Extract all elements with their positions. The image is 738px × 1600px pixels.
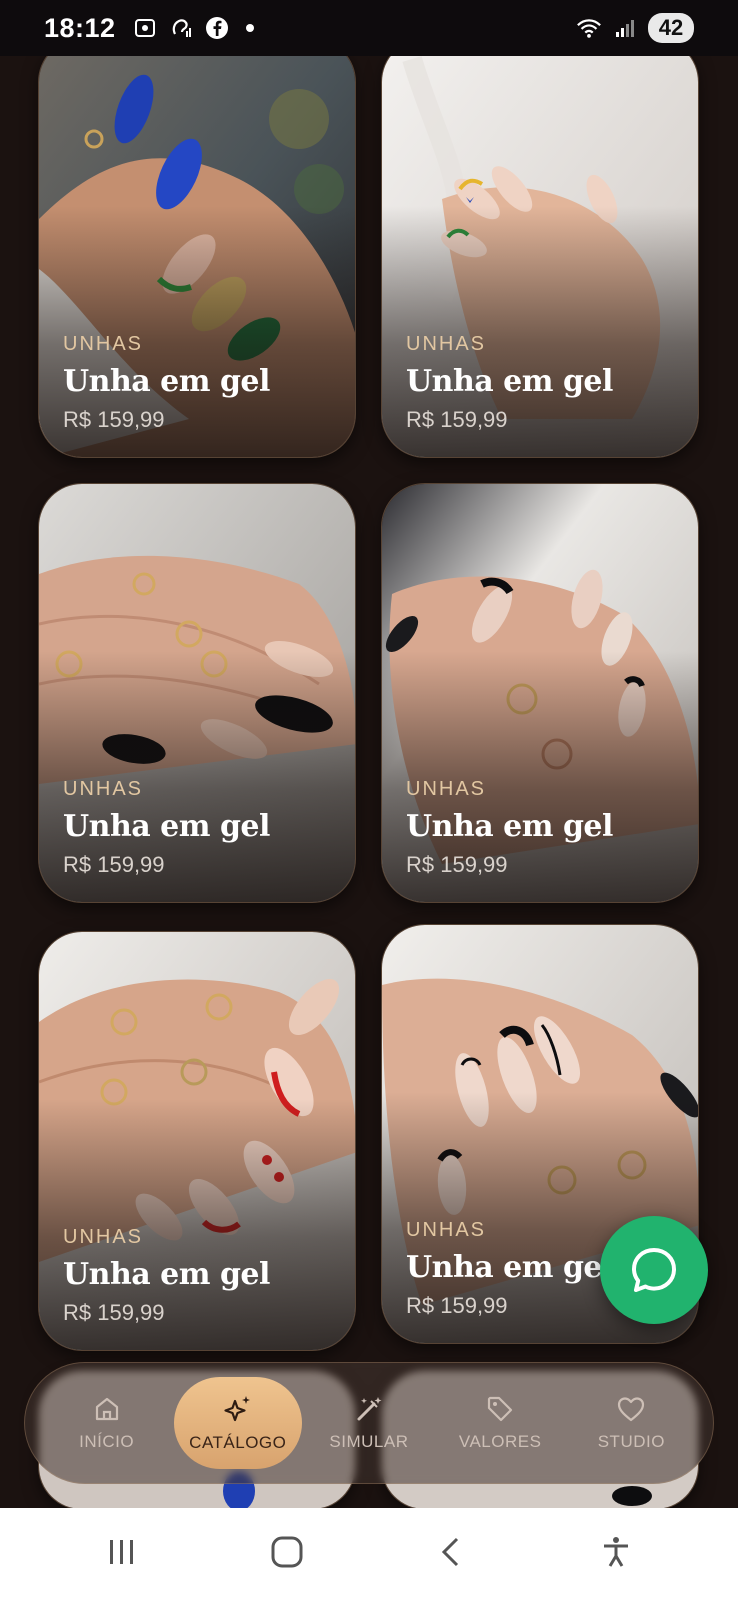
card-info: UNHAS Unha em gel R$ 159,99 [63, 1226, 270, 1326]
product-name: Unha em gel [63, 809, 270, 844]
back-button[interactable] [433, 1534, 469, 1574]
product-price: R$ 159,99 [63, 1300, 165, 1325]
hearing-icon [168, 15, 194, 41]
card-info: UNHAS Unha em gel R$ 159,99 [63, 778, 270, 878]
accessibility-button[interactable] [598, 1534, 634, 1574]
product-name: Unha em gel [406, 1250, 613, 1285]
nav-item-valores[interactable]: VALORES [436, 1377, 564, 1469]
system-status-icons: 42 [576, 13, 694, 43]
nav-item-catalogo[interactable]: CATÁLOGO [173, 1377, 302, 1469]
card-info: UNHAS Unha em gel R$ 159,99 [406, 778, 613, 878]
card-info: UNHAS Unha em gel R$ 159,99 [406, 1219, 613, 1319]
wifi-icon [576, 15, 602, 41]
nav-label: SIMULAR [329, 1432, 409, 1451]
product-price: R$ 159,99 [406, 852, 508, 877]
product-category: UNHAS [63, 333, 144, 355]
screenshot-icon [132, 15, 158, 41]
home-icon [95, 1397, 118, 1421]
card-info: UNHAS Unha em gel R$ 159,99 [406, 333, 613, 433]
home-button[interactable] [269, 1534, 305, 1574]
product-name: Unha em gel [406, 809, 613, 844]
notification-icons [132, 15, 254, 41]
product-category: UNHAS [406, 778, 487, 800]
recent-apps-button[interactable] [104, 1534, 140, 1574]
home-circle-icon [271, 1536, 303, 1568]
product-card[interactable]: UNHAS Unha em gel R$ 159,99 [38, 483, 356, 903]
whatsapp-button[interactable] [600, 1216, 708, 1324]
back-chevron-icon [442, 1537, 459, 1567]
product-price: R$ 159,99 [406, 1293, 508, 1318]
recent-apps-icon [110, 1540, 134, 1564]
sparkles-icon [224, 1396, 250, 1422]
magic-wand-icon [357, 1397, 382, 1421]
status-bar: 18:12 42 [0, 0, 738, 56]
product-price: R$ 159,99 [406, 407, 508, 432]
nav-label: INÍCIO [79, 1432, 135, 1451]
signal-icon [612, 15, 638, 41]
nav-label: CATÁLOGO [189, 1433, 287, 1452]
product-category: UNHAS [63, 778, 144, 800]
more-notifications-dot [245, 24, 254, 32]
tag-icon [488, 1396, 513, 1422]
product-category: UNHAS [406, 333, 487, 355]
product-card[interactable]: UNHAS Unha em gel R$ 159,99 [381, 483, 699, 903]
whatsapp-icon [632, 1248, 676, 1292]
product-card[interactable]: UNHAS Unha em gel R$ 159,99 [38, 931, 356, 1351]
card-info: UNHAS Unha em gel R$ 159,99 [63, 333, 270, 433]
product-card[interactable]: UNHAS Unha em gel R$ 159,99 [381, 38, 699, 458]
product-name: Unha em gel [406, 364, 613, 399]
heart-icon [618, 1397, 645, 1422]
accessibility-icon [603, 1537, 628, 1567]
product-category: UNHAS [63, 1226, 144, 1248]
product-name: Unha em gel [63, 1257, 270, 1292]
product-category: UNHAS [406, 1219, 487, 1241]
nav-item-inicio[interactable]: INÍCIO [43, 1377, 171, 1469]
nav-item-studio[interactable]: STUDIO [567, 1377, 695, 1469]
nav-label: VALORES [458, 1432, 542, 1451]
nav-item-simular[interactable]: SIMULAR [305, 1377, 433, 1469]
product-card[interactable]: UNHAS Unha em gel R$ 159,99 [38, 38, 356, 458]
product-price: R$ 159,99 [63, 407, 165, 432]
battery-indicator: 42 [648, 13, 694, 43]
bottom-navigation: INÍCIO CATÁLOGO SIMULAR VALORES STUDIO [24, 1362, 714, 1484]
facebook-icon [204, 15, 230, 41]
nav-label: STUDIO [597, 1432, 665, 1451]
product-price: R$ 159,99 [63, 852, 165, 877]
status-time: 18:12 [44, 12, 116, 43]
system-navigation-bar [0, 1508, 738, 1600]
product-name: Unha em gel [63, 364, 270, 399]
